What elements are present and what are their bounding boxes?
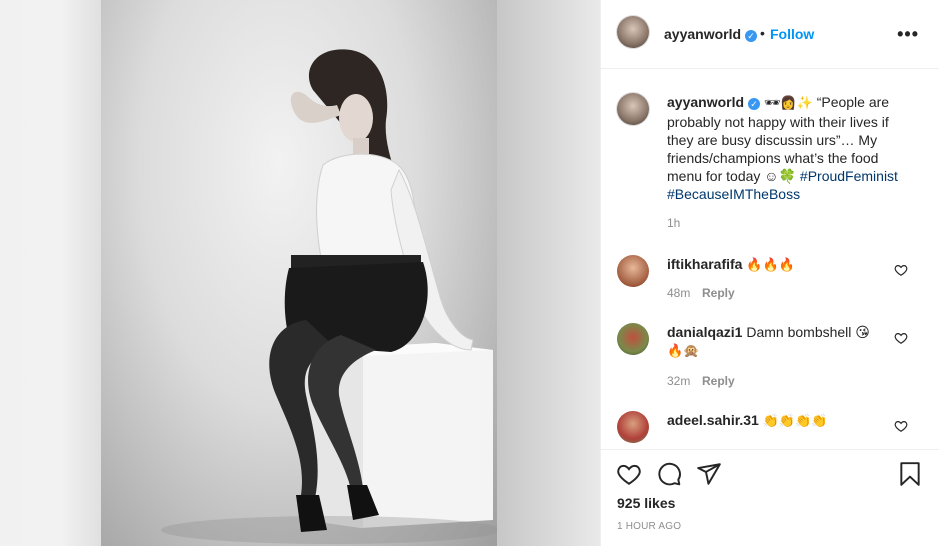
comment-username[interactable]: danialqazi1 xyxy=(667,324,742,340)
comment-avatar[interactable] xyxy=(617,255,649,287)
comment-text: 👏👏👏👏 xyxy=(762,414,828,429)
likes-count[interactable]: 925 likes xyxy=(617,495,675,511)
author-username-text[interactable]: ayyanworld xyxy=(664,26,741,42)
heart-icon[interactable] xyxy=(616,461,642,487)
comment-item: iftikharafifa 🔥🔥🔥 xyxy=(667,255,882,275)
comment-username[interactable]: adeel.sahir.31 xyxy=(667,412,759,428)
author-username[interactable]: ayyanworld ✓ xyxy=(664,26,758,42)
hashtag-becauseimtheboss[interactable]: #BecauseIMTheBoss xyxy=(667,186,800,202)
comment-text: Damn bombshell 😘 xyxy=(746,324,870,340)
post-header: ayyanworld ✓ • Follow ••• xyxy=(601,0,939,69)
comment-text-emojis: 🔥🙊 xyxy=(667,344,700,359)
comments-list[interactable]: ayyanworld ✓ 🕶👩✨ “People are probably not… xyxy=(601,69,939,449)
author-avatar[interactable] xyxy=(617,16,649,48)
comment-icon[interactable] xyxy=(656,461,682,487)
caption-verified-badge-icon: ✓ xyxy=(748,98,761,110)
caption-avatar[interactable] xyxy=(617,93,649,125)
photo-shadow-left xyxy=(60,0,101,546)
reply-button[interactable]: Reply xyxy=(702,374,735,388)
more-options-icon[interactable]: ••• xyxy=(897,24,919,45)
hashtag-proudfeminist[interactable]: #ProudFeminist xyxy=(800,168,898,184)
caption-time[interactable]: 1h xyxy=(667,216,680,230)
post-actions: 925 likes 1 HOUR AGO xyxy=(601,449,939,546)
comment-like-heart-icon[interactable] xyxy=(894,331,908,345)
caption-emojis: 🕶👩✨ xyxy=(763,96,813,111)
comment-username[interactable]: iftikharafifa xyxy=(667,256,742,272)
bookmark-icon[interactable] xyxy=(897,461,923,487)
header-separator: • xyxy=(760,25,765,41)
post-photo[interactable] xyxy=(101,0,497,546)
photo-shadow-right xyxy=(497,0,600,546)
caption: ayyanworld ✓ 🕶👩✨ “People are probably not… xyxy=(667,93,917,203)
comment-text: 🔥🔥🔥 xyxy=(746,258,795,273)
verified-badge-icon: ✓ xyxy=(745,30,758,42)
comment-like-heart-icon[interactable] xyxy=(894,263,908,277)
share-icon[interactable] xyxy=(696,461,722,487)
comment-avatar[interactable] xyxy=(617,411,649,443)
comment-time[interactable]: 48m xyxy=(667,286,690,300)
photo-illustration xyxy=(161,49,497,544)
posted-time[interactable]: 1 HOUR AGO xyxy=(617,521,681,532)
reply-button[interactable]: Reply xyxy=(702,286,735,300)
comment-time[interactable]: 32m xyxy=(667,374,690,388)
caption-username[interactable]: ayyanworld xyxy=(667,94,744,110)
post-side-panel: ayyanworld ✓ • Follow ••• ayyanworld ✓ 🕶👩✨… xyxy=(600,0,939,546)
comment-like-heart-icon[interactable] xyxy=(894,419,908,433)
follow-button[interactable]: Follow xyxy=(770,26,814,42)
comment-avatar[interactable] xyxy=(617,323,649,355)
comment-item: adeel.sahir.31 👏👏👏👏 xyxy=(667,411,882,431)
media-area xyxy=(0,0,600,546)
comment-item: danialqazi1 Damn bombshell 😘 🔥🙊 xyxy=(667,323,882,361)
